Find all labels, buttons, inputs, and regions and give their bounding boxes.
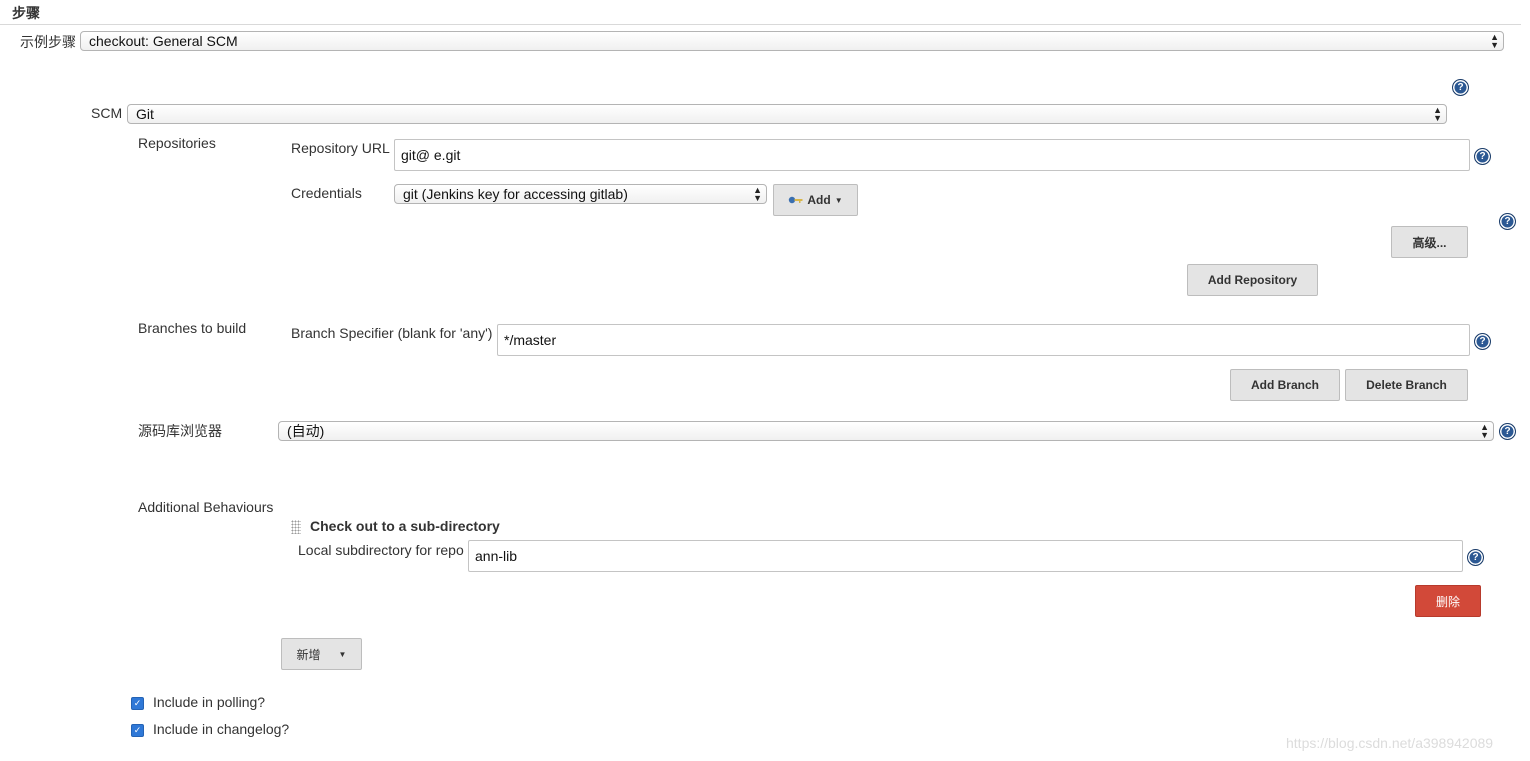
- local-subdirectory-input[interactable]: ann-lib: [468, 540, 1463, 572]
- branches-label: Branches to build: [138, 320, 247, 336]
- scm-value: Git: [136, 106, 154, 122]
- include-polling-label: Include in polling?: [153, 694, 266, 710]
- include-polling-checkbox[interactable]: ✓: [131, 697, 144, 710]
- advanced-button[interactable]: 高级...: [1391, 226, 1468, 258]
- section-title: 步骤: [12, 5, 40, 21]
- repository-browser-help-icon[interactable]: ?: [1499, 423, 1516, 440]
- select-arrows-icon: ▲ ▼: [1490, 32, 1499, 50]
- credentials-label: Credentials: [291, 185, 362, 201]
- local-subdirectory-label: Local subdirectory for repo: [298, 542, 464, 558]
- repository-browser-value: (自动): [287, 423, 325, 439]
- key-icon: [789, 196, 803, 204]
- additional-behaviours-label: Additional Behaviours: [138, 499, 274, 515]
- local-subdirectory-help-icon[interactable]: ?: [1467, 549, 1484, 566]
- add-credentials-button[interactable]: Add ▼: [773, 184, 858, 216]
- section-divider: [0, 24, 1521, 25]
- caret-down-icon: ▼: [338, 649, 347, 659]
- credentials-value: git (Jenkins key for accessing gitlab): [403, 186, 628, 202]
- scm-select[interactable]: Git ▲ ▼: [127, 104, 1447, 124]
- add-behaviour-button[interactable]: 新增 ▼: [281, 638, 362, 670]
- add-branch-button[interactable]: Add Branch: [1230, 369, 1340, 401]
- caret-down-icon: ▼: [834, 195, 843, 205]
- repositories-help-icon[interactable]: ?: [1499, 213, 1516, 230]
- add-repository-button[interactable]: Add Repository: [1187, 264, 1318, 296]
- add-credentials-label: Add: [807, 193, 831, 207]
- credentials-select[interactable]: git (Jenkins key for accessing gitlab) ▲…: [394, 184, 767, 204]
- branch-specifier-label: Branch Specifier (blank for 'any'): [291, 325, 493, 341]
- check-icon: ✓: [133, 725, 142, 735]
- checkout-subdirectory-title: Check out to a sub-directory: [310, 518, 500, 534]
- select-arrows-icon: ▲ ▼: [1480, 422, 1489, 440]
- watermark-text: https://blog.csdn.net/a398942089: [1286, 735, 1494, 751]
- repository-url-label: Repository URL: [291, 140, 390, 156]
- repository-url-help-icon[interactable]: ?: [1474, 148, 1491, 165]
- drag-handle-icon[interactable]: [291, 520, 301, 534]
- delete-branch-button[interactable]: Delete Branch: [1345, 369, 1468, 401]
- delete-behaviour-button[interactable]: 删除: [1415, 585, 1481, 617]
- repository-browser-select[interactable]: (自动) ▲ ▼: [278, 421, 1494, 441]
- repository-browser-label: 源码库浏览器: [138, 423, 222, 439]
- include-changelog-checkbox[interactable]: ✓: [131, 724, 144, 737]
- scm-label: SCM: [91, 105, 123, 121]
- include-changelog-label: Include in changelog?: [153, 721, 290, 737]
- check-icon: ✓: [133, 698, 142, 708]
- select-arrows-icon: ▲ ▼: [753, 185, 762, 203]
- branch-specifier-help-icon[interactable]: ?: [1474, 333, 1491, 350]
- select-arrows-icon: ▲ ▼: [1433, 105, 1442, 123]
- repository-url-input[interactable]: git@ e.git: [394, 139, 1470, 171]
- add-behaviour-label: 新增: [296, 647, 321, 662]
- help-icon[interactable]: ?: [1452, 79, 1469, 96]
- sample-step-label: 示例步骤: [20, 34, 76, 50]
- repositories-label: Repositories: [138, 135, 216, 151]
- branch-specifier-input[interactable]: */master: [497, 324, 1470, 356]
- sample-step-select[interactable]: checkout: General SCM ▲ ▼: [80, 31, 1504, 51]
- sample-step-value: checkout: General SCM: [89, 33, 238, 49]
